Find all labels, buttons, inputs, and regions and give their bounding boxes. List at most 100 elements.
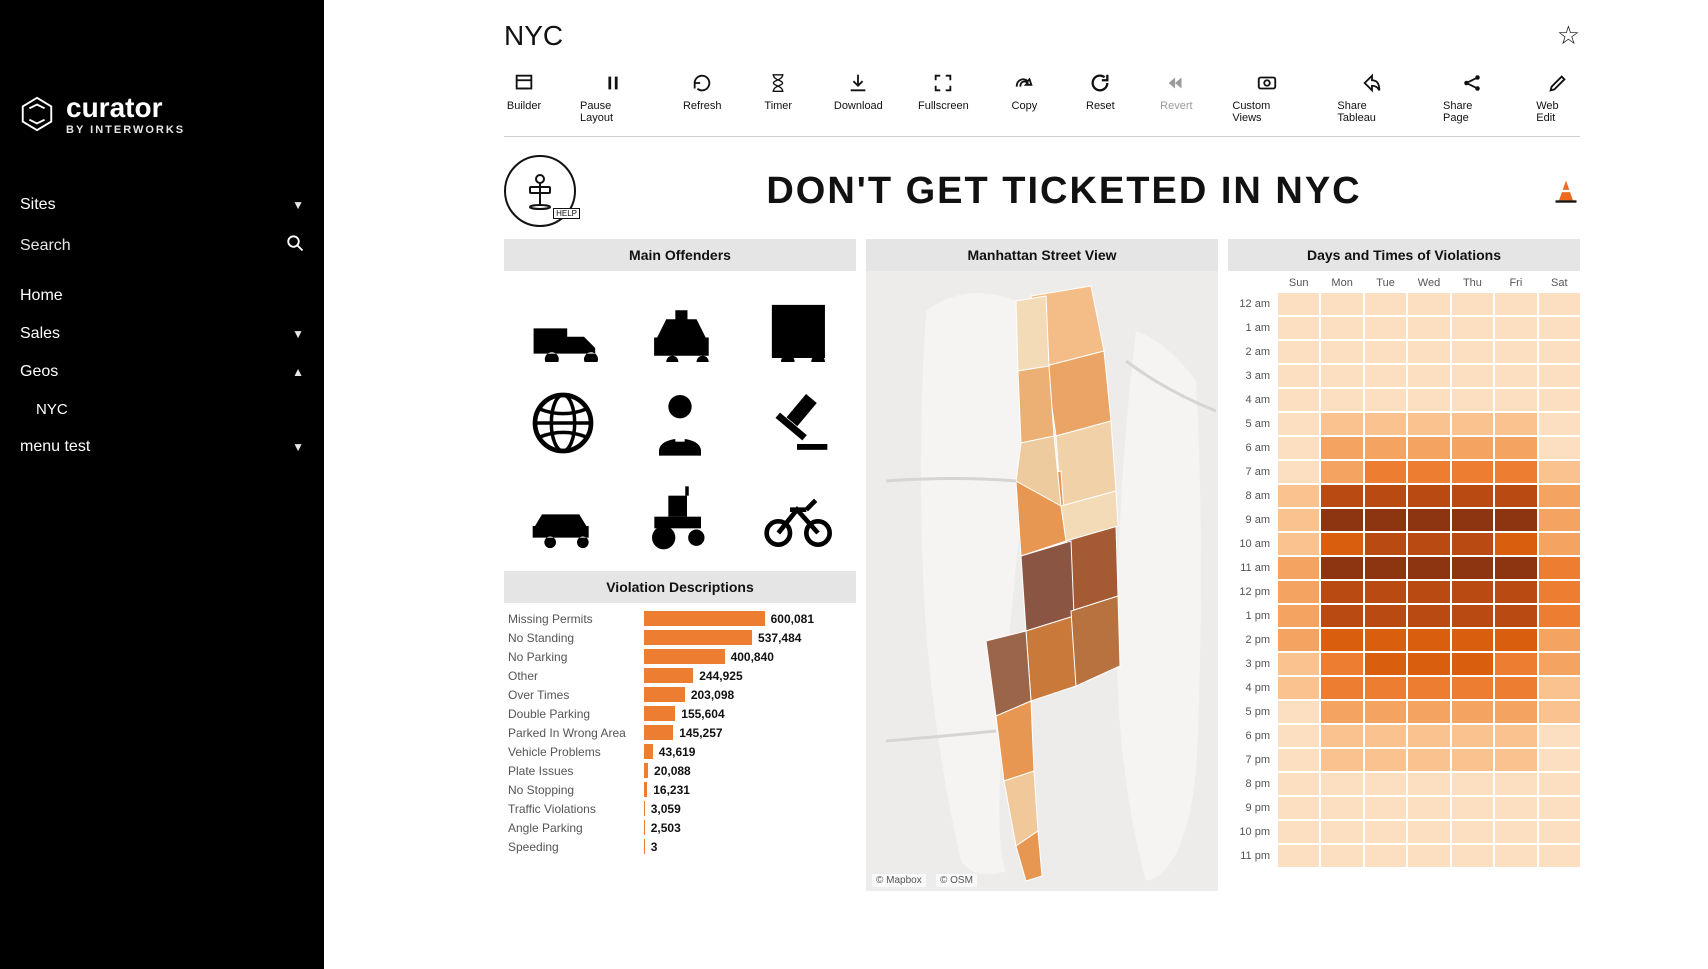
heat-cell[interactable] [1495, 677, 1536, 699]
heat-cell[interactable] [1278, 413, 1319, 435]
tool-refresh[interactable]: Refresh [682, 72, 722, 124]
heat-cell[interactable] [1408, 821, 1449, 843]
heat-cell[interactable] [1539, 701, 1580, 723]
heat-cell[interactable] [1495, 557, 1536, 579]
heat-cell[interactable] [1539, 845, 1580, 867]
offender-car[interactable] [506, 473, 619, 565]
heat-cell[interactable] [1321, 509, 1362, 531]
heat-cell[interactable] [1321, 653, 1362, 675]
heat-cell[interactable] [1495, 317, 1536, 339]
tool-reset[interactable]: Reset [1080, 72, 1120, 124]
heat-cell[interactable] [1495, 437, 1536, 459]
heat-cell[interactable] [1452, 365, 1493, 387]
heat-cell[interactable] [1452, 341, 1493, 363]
heat-cell[interactable] [1321, 533, 1362, 555]
heat-cell[interactable] [1539, 629, 1580, 651]
heat-cell[interactable] [1495, 629, 1536, 651]
sidebar-item-nyc[interactable]: NYC [18, 391, 306, 428]
heat-cell[interactable] [1321, 629, 1362, 651]
violation-row[interactable]: Vehicle Problems43,619 [508, 742, 852, 761]
tool-revert[interactable]: Revert [1156, 72, 1196, 124]
heat-cell[interactable] [1452, 293, 1493, 315]
heat-cell[interactable] [1452, 821, 1493, 843]
heat-cell[interactable] [1408, 341, 1449, 363]
heat-cell[interactable] [1408, 773, 1449, 795]
heat-cell[interactable] [1321, 581, 1362, 603]
heat-cell[interactable] [1321, 485, 1362, 507]
heat-cell[interactable] [1539, 773, 1580, 795]
heat-cell[interactable] [1408, 629, 1449, 651]
heat-cell[interactable] [1278, 797, 1319, 819]
heat-cell[interactable] [1365, 293, 1406, 315]
heat-cell[interactable] [1278, 485, 1319, 507]
heat-cell[interactable] [1495, 605, 1536, 627]
heat-cell[interactable] [1278, 557, 1319, 579]
heat-cell[interactable] [1408, 701, 1449, 723]
heat-cell[interactable] [1278, 317, 1319, 339]
heat-cell[interactable] [1452, 725, 1493, 747]
offender-taxi[interactable] [623, 281, 736, 373]
heat-cell[interactable] [1408, 749, 1449, 771]
heat-cell[interactable] [1321, 845, 1362, 867]
heat-cell[interactable] [1408, 365, 1449, 387]
heat-cell[interactable] [1452, 845, 1493, 867]
heat-cell[interactable] [1495, 749, 1536, 771]
violation-row[interactable]: No Standing537,484 [508, 628, 852, 647]
heat-cell[interactable] [1452, 509, 1493, 531]
heat-cell[interactable] [1365, 389, 1406, 411]
heat-cell[interactable] [1365, 341, 1406, 363]
heat-cell[interactable] [1365, 461, 1406, 483]
heat-cell[interactable] [1452, 701, 1493, 723]
offender-bus[interactable] [741, 281, 854, 373]
heat-cell[interactable] [1539, 389, 1580, 411]
heat-cell[interactable] [1452, 437, 1493, 459]
heat-cell[interactable] [1365, 821, 1406, 843]
tool-timer[interactable]: Timer [758, 72, 798, 124]
heat-cell[interactable] [1408, 437, 1449, 459]
violation-row[interactable]: Speeding3 [508, 837, 852, 856]
heat-cell[interactable] [1321, 701, 1362, 723]
heat-cell[interactable] [1452, 677, 1493, 699]
heat-cell[interactable] [1278, 581, 1319, 603]
heat-cell[interactable] [1495, 581, 1536, 603]
heat-cell[interactable] [1539, 653, 1580, 675]
heat-cell[interactable] [1278, 341, 1319, 363]
sidebar-item-home[interactable]: Home [18, 277, 306, 315]
heat-cell[interactable] [1321, 317, 1362, 339]
heat-cell[interactable] [1321, 821, 1362, 843]
heat-cell[interactable] [1539, 365, 1580, 387]
offender-gavel[interactable] [741, 377, 854, 469]
heat-cell[interactable] [1452, 629, 1493, 651]
star-icon[interactable]: ☆ [1557, 20, 1580, 51]
help-badge[interactable]: HELP [504, 155, 576, 227]
heat-cell[interactable] [1539, 485, 1580, 507]
heat-cell[interactable] [1278, 533, 1319, 555]
heat-cell[interactable] [1365, 725, 1406, 747]
violation-row[interactable]: Traffic Violations3,059 [508, 799, 852, 818]
heat-cell[interactable] [1365, 701, 1406, 723]
sidebar-item-geos[interactable]: Geos▲ [18, 353, 306, 391]
heat-cell[interactable] [1539, 677, 1580, 699]
heat-cell[interactable] [1408, 509, 1449, 531]
heat-cell[interactable] [1321, 389, 1362, 411]
heat-cell[interactable] [1278, 629, 1319, 651]
tool-sharetableau[interactable]: Share Tableau [1337, 72, 1407, 124]
heat-cell[interactable] [1278, 437, 1319, 459]
violation-row[interactable]: Over Times203,098 [508, 685, 852, 704]
heat-cell[interactable] [1539, 581, 1580, 603]
heat-cell[interactable] [1278, 701, 1319, 723]
violation-row[interactable]: Other244,925 [508, 666, 852, 685]
violation-row[interactable]: Parked In Wrong Area145,257 [508, 723, 852, 742]
heat-cell[interactable] [1365, 557, 1406, 579]
tool-customviews[interactable]: Custom Views [1232, 72, 1301, 124]
heat-cell[interactable] [1495, 797, 1536, 819]
heat-cell[interactable] [1452, 485, 1493, 507]
violation-row[interactable]: No Parking400,840 [508, 647, 852, 666]
heat-cell[interactable] [1365, 317, 1406, 339]
heat-cell[interactable] [1408, 797, 1449, 819]
heat-cell[interactable] [1452, 605, 1493, 627]
heat-cell[interactable] [1539, 509, 1580, 531]
heat-cell[interactable] [1495, 509, 1536, 531]
heat-cell[interactable] [1495, 725, 1536, 747]
heat-cell[interactable] [1408, 389, 1449, 411]
